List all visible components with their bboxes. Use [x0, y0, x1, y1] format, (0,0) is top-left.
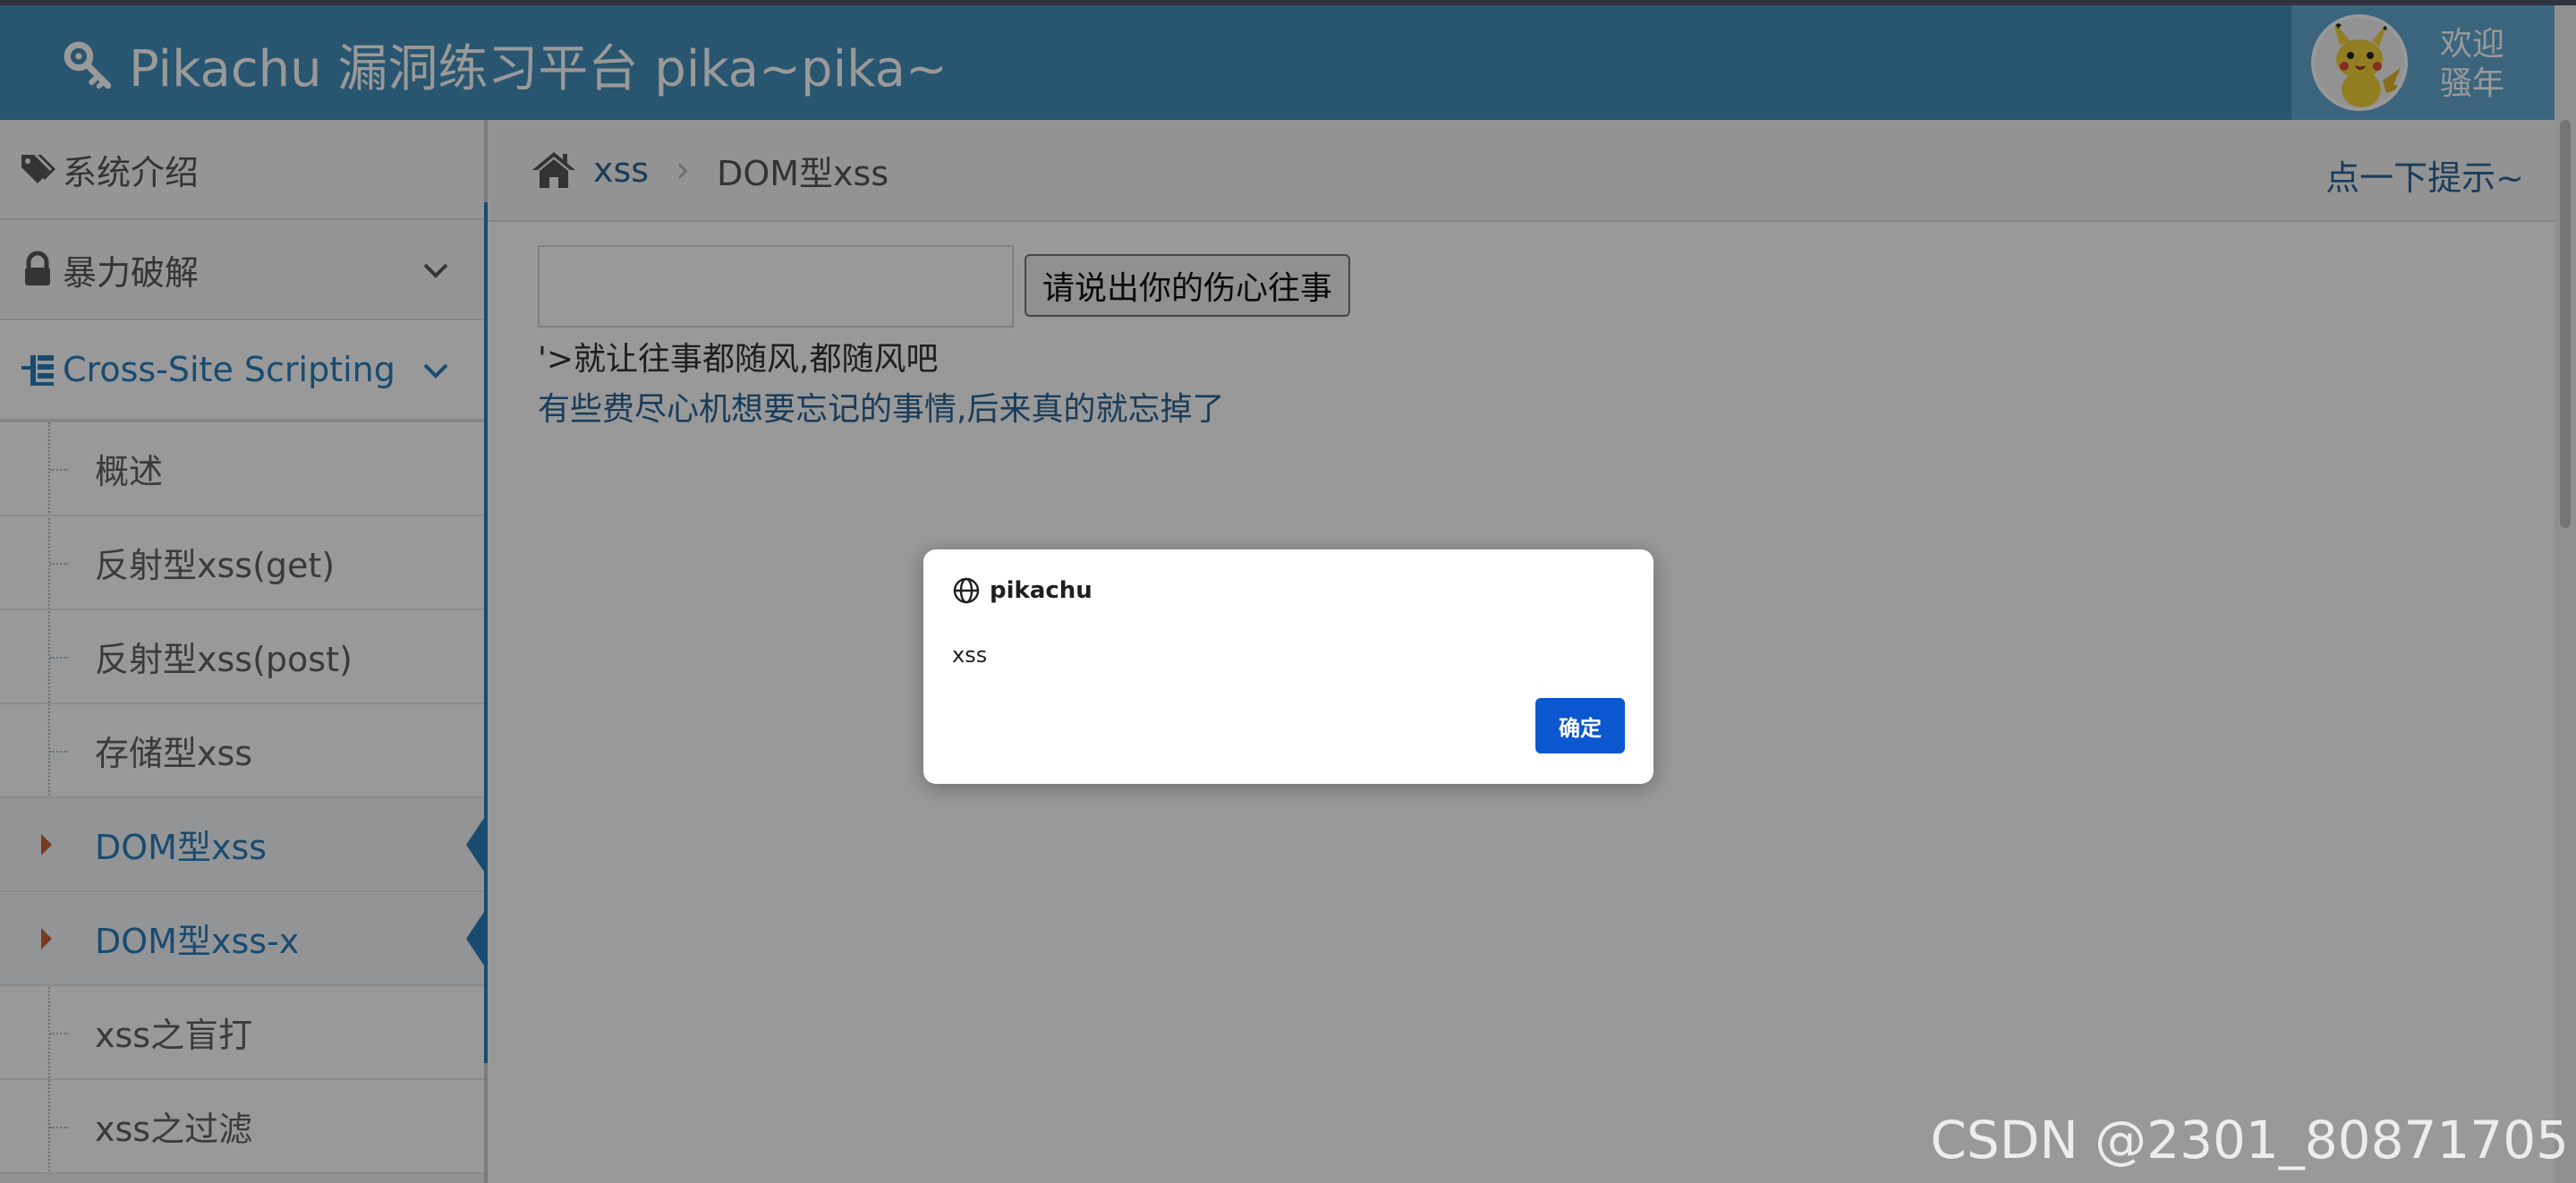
alert-ok-button[interactable]: 确定 [1535, 698, 1625, 753]
watermark: CSDN @2301_80871705 [1930, 1110, 2569, 1170]
alert-origin: pikachu [952, 576, 1092, 605]
alert-origin-name: pikachu [990, 577, 1092, 604]
alert-dialog: pikachu xss 确定 [923, 549, 1654, 784]
globe-icon [953, 577, 980, 604]
alert-message: xss [952, 643, 988, 668]
page-root: Pikachu 漏洞练习平台 pika~pika~ 欢迎 骚年 系统介绍 暴力破… [0, 0, 2576, 1183]
